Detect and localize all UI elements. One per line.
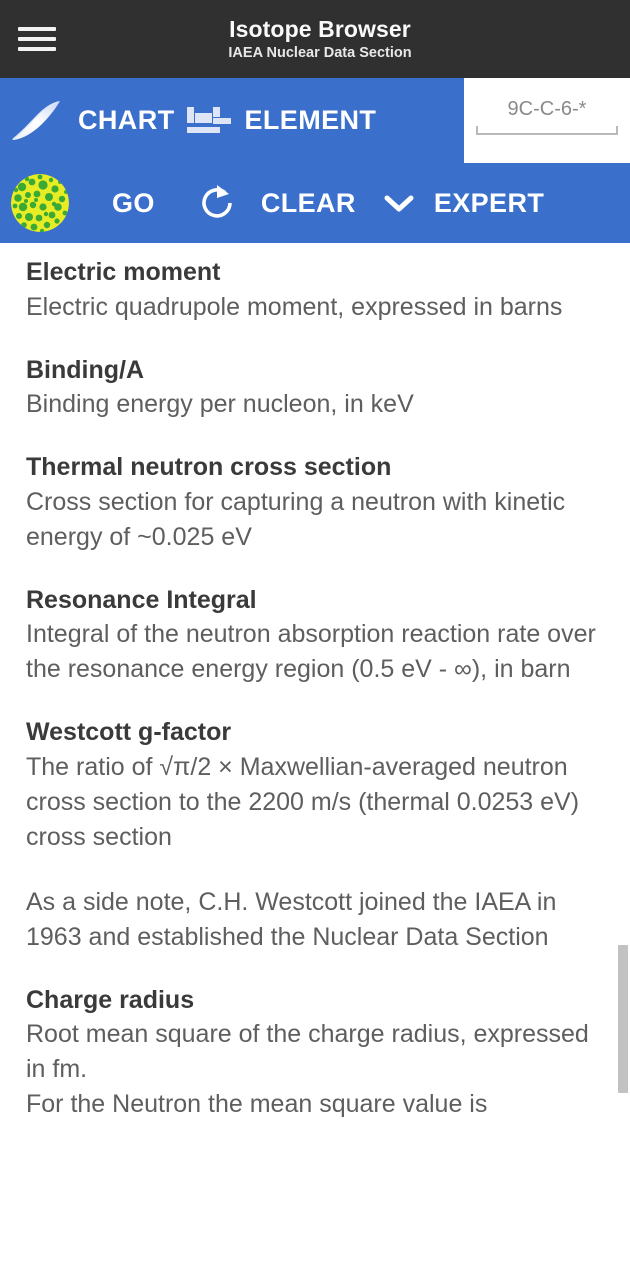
app-title-block: Isotope Browser IAEA Nuclear Data Sectio… (0, 15, 630, 61)
chevron-down-icon[interactable] (378, 190, 420, 216)
glossary-definition: Binding energy per nucleon, in keV (26, 390, 414, 418)
scrollbar-thumb[interactable] (618, 945, 628, 1093)
secondary-toolbar: GO CLEAR EXPERT (0, 163, 630, 243)
glossary-entry: Resonance Integral Integral of the neutr… (26, 585, 606, 688)
hamburger-menu-icon[interactable] (18, 24, 56, 54)
chart-of-nuclides-icon (12, 100, 60, 140)
hamburger-bar (18, 27, 56, 31)
glossary-entry: Binding/A Binding energy per nucleon, in… (26, 355, 606, 423)
content-scrollbar[interactable] (612, 243, 630, 1280)
glossary-entry: Charge radius Root mean square of the ch… (26, 985, 606, 1123)
search-underline (476, 126, 618, 135)
hamburger-bar (18, 37, 56, 41)
periodic-table-icon (186, 106, 231, 133)
glossary-term: Westcott g-factor (26, 718, 232, 746)
glossary-term: Resonance Integral (26, 585, 257, 614)
isotope-browser-app: Isotope Browser IAEA Nuclear Data Sectio… (0, 0, 630, 1280)
go-button-label: GO (112, 187, 155, 218)
glossary-definition: The ratio of √π/2 × Maxwellian-averaged … (26, 752, 580, 851)
glossary-definition: Cross section for capturing a neutron wi… (26, 487, 566, 551)
refresh-icon[interactable] (195, 181, 239, 225)
clear-button-label: CLEAR (260, 187, 356, 218)
primary-toolbar: CHART ELEMENT (0, 78, 630, 163)
glossary-term: Binding/A (26, 355, 145, 384)
chart-button-label: CHART (78, 105, 175, 135)
glossary-entry: Thermal neutron cross section Cross sect… (26, 452, 606, 555)
glossary-content[interactable]: Electric moment Electric quadrupole mome… (0, 243, 630, 1280)
expert-button[interactable]: EXPERT (434, 163, 544, 243)
page-subtitle: IAEA Nuclear Data Section (228, 44, 412, 61)
glossary-definition: Electric quadrupole moment, expressed in… (26, 292, 563, 321)
hamburger-bar (18, 47, 56, 51)
expert-button-label: EXPERT (433, 187, 545, 218)
glossary-definition: Root mean square of the charge radius, e… (26, 1020, 589, 1118)
chart-button[interactable]: CHART (0, 78, 175, 163)
glossary-entry: Electric moment Electric quadrupole mome… (26, 257, 606, 325)
glossary-term: Electric moment (26, 258, 221, 286)
glossary-entry: Westcott g-factor The ratio of √π/2 × Ma… (26, 717, 606, 855)
clear-button[interactable]: CLEAR (261, 163, 356, 243)
glossary-term: Thermal neutron cross section (26, 453, 392, 481)
glossary-term: Charge radius (26, 985, 195, 1014)
glossary-definition: Integral of the neutron absorption react… (26, 620, 596, 683)
element-button[interactable]: ELEMENT (175, 78, 377, 163)
page-title: Isotope Browser (229, 15, 411, 42)
search-field-container (464, 78, 630, 163)
element-button-label: ELEMENT (244, 105, 377, 135)
glossary-side-note: As a side note, C.H. Westcott joined the… (26, 887, 557, 951)
nucleus-icon[interactable] (10, 173, 70, 233)
go-button[interactable]: GO (112, 163, 155, 243)
app-header: Isotope Browser IAEA Nuclear Data Sectio… (0, 0, 630, 78)
